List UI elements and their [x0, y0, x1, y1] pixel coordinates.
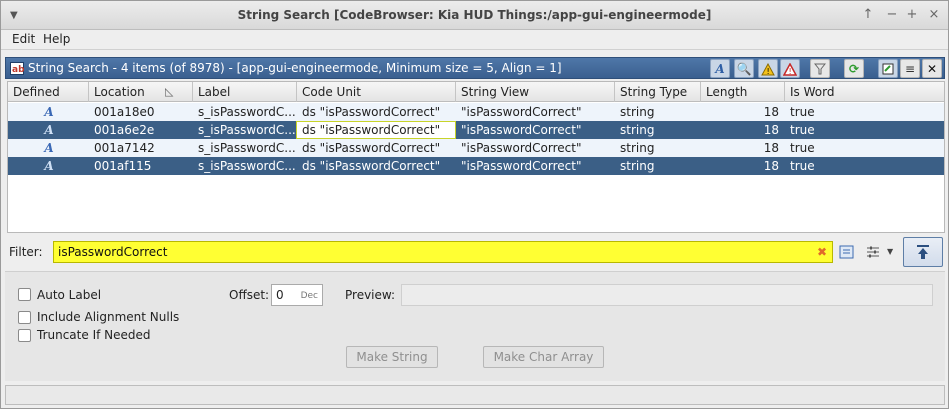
column-defined[interactable]: Defined	[8, 82, 89, 102]
make-char-array-button[interactable]: Make Char Array	[483, 346, 604, 368]
cell-location: 001a7142	[94, 141, 155, 155]
sort-icon: ◺	[165, 85, 174, 98]
svg-text:!: !	[767, 67, 770, 76]
maximize-icon[interactable]: +	[903, 7, 921, 23]
include-alignment-nulls-checkbox[interactable]	[18, 311, 31, 324]
table-row[interactable]: A 001a7142 s_isPasswordC... ds "isPasswo…	[8, 139, 944, 157]
move-to-top-button[interactable]	[903, 237, 943, 267]
cell-string-type: string	[620, 141, 655, 155]
column-code-unit[interactable]: Code Unit	[297, 82, 456, 102]
options-panel: Auto Label Include Alignment Nulls Trunc…	[5, 271, 945, 381]
column-string-view[interactable]: String View	[456, 82, 615, 102]
cell-label: s_isPasswordC...	[198, 105, 296, 119]
cell-string-type: string	[620, 105, 655, 119]
table-row[interactable]: A 001af115 s_isPasswordC... ds "isPasswo…	[8, 157, 944, 175]
menu-help[interactable]: Help	[43, 32, 70, 46]
cell-length: 18	[763, 123, 779, 137]
string-search-icon: ab	[10, 62, 24, 75]
show-partial-defined-icon[interactable]: !	[758, 59, 778, 78]
menu-bar: Edit Help	[1, 30, 948, 50]
column-length[interactable]: Length	[701, 82, 785, 102]
defined-icon: A	[44, 105, 54, 119]
close-panel-icon[interactable]: ✕	[922, 59, 942, 78]
close-window-icon[interactable]: ×	[925, 7, 943, 23]
cell-is-word: true	[790, 105, 815, 119]
auto-label-text: Auto Label	[37, 288, 102, 302]
filter-bar: Filter: isPasswordCorrect ✖ ▼	[5, 237, 945, 268]
include-alignment-nulls-text: Include Alignment Nulls	[37, 310, 180, 324]
column-filter-icon[interactable]	[865, 244, 883, 260]
cell-code-unit: ds "isPasswordCorrect"	[302, 105, 441, 119]
truncate-if-needed-checkbox[interactable]	[18, 329, 31, 342]
status-bar	[5, 385, 945, 405]
offset-input[interactable]: 0 Dec	[271, 284, 323, 306]
column-location[interactable]: Location ◺	[89, 82, 193, 102]
minimize-icon[interactable]: −	[883, 7, 901, 23]
cell-location: 001a6e2e	[94, 123, 155, 137]
offset-value: 0	[276, 288, 284, 302]
cell-is-word: true	[790, 141, 815, 155]
filter-input[interactable]: isPasswordCorrect	[53, 241, 833, 263]
table-row[interactable]: A 001a6e2e s_isPasswordC... ds "isPasswo…	[8, 121, 944, 139]
refresh-icon[interactable]: ⟳	[844, 59, 864, 78]
cell-label: s_isPasswordC...	[198, 123, 296, 137]
cell-is-word: true	[790, 123, 815, 137]
filter-options-icon[interactable]	[839, 244, 857, 260]
table-header: Defined Location ◺ Label Code Unit Strin…	[8, 82, 944, 102]
preview-label: Preview:	[345, 288, 396, 302]
cell-code-unit: ds "isPasswordCorrect"	[302, 159, 441, 173]
cell-string-view: "isPasswordCorrect"	[461, 159, 582, 173]
cell-code-unit-focused[interactable]: ds "isPasswordCorrect"	[296, 121, 456, 139]
svg-text:!: !	[789, 67, 792, 76]
cell-length: 18	[763, 141, 779, 155]
title-bar: ▼ String Search [CodeBrowser: Kia HUD Th…	[1, 1, 948, 30]
cell-length: 18	[763, 105, 779, 119]
table-row[interactable]: A 001a18e0 s_isPasswordC... ds "isPasswo…	[8, 103, 944, 121]
cell-string-view: "isPasswordCorrect"	[461, 141, 582, 155]
defined-icon: A	[44, 141, 54, 155]
menu-edit[interactable]: Edit	[12, 32, 35, 46]
column-string-type[interactable]: String Type	[615, 82, 701, 102]
cell-location: 001af115	[94, 159, 152, 173]
cell-length: 18	[763, 159, 779, 173]
panel-header: ab String Search - 4 items (of 8978) - […	[5, 57, 945, 79]
offset-unit: Dec	[300, 291, 318, 301]
show-undefined-icon[interactable]: 🔍	[734, 59, 754, 78]
arrow-up-icon	[917, 245, 929, 259]
move-up-icon[interactable]: ↑	[859, 7, 877, 23]
cell-code-unit: ds "isPasswordCorrect"	[302, 141, 441, 155]
truncate-if-needed-text: Truncate If Needed	[37, 328, 151, 342]
cell-string-view: "isPasswordCorrect"	[461, 105, 582, 119]
make-string-button[interactable]: Make String	[346, 346, 438, 368]
table-menu-icon[interactable]: ≡	[900, 59, 920, 78]
column-label[interactable]: Label	[193, 82, 297, 102]
cell-label: s_isPasswordC...	[198, 159, 296, 173]
defined-icon: A	[44, 123, 54, 137]
offset-label: Offset:	[229, 288, 270, 302]
make-selection-icon[interactable]	[878, 59, 898, 78]
svg-text:ab: ab	[12, 65, 24, 75]
column-location-label: Location	[94, 85, 145, 99]
cell-location: 001a18e0	[94, 105, 155, 119]
auto-label-checkbox[interactable]	[18, 288, 31, 301]
column-is-word[interactable]: Is Word	[785, 82, 944, 102]
cell-label: s_isPasswordC...	[198, 141, 296, 155]
filter-label: Filter:	[9, 245, 43, 259]
window-title: String Search [CodeBrowser: Kia HUD Thin…	[237, 8, 712, 22]
show-conflicting-icon[interactable]: !	[780, 59, 800, 78]
filter-icon[interactable]	[810, 59, 830, 78]
show-defined-icon[interactable]: A	[710, 59, 730, 78]
cell-string-type: string	[620, 159, 655, 173]
cell-string-view: "isPasswordCorrect"	[461, 123, 582, 137]
cell-is-word: true	[790, 159, 815, 173]
string-search-window: ▼ String Search [CodeBrowser: Kia HUD Th…	[0, 0, 949, 409]
defined-icon: A	[44, 159, 54, 173]
panel-title: String Search - 4 items (of 8978) - [app…	[28, 61, 562, 75]
results-table: Defined Location ◺ Label Code Unit Strin…	[7, 81, 945, 233]
preview-field	[401, 284, 933, 306]
clear-filter-icon[interactable]: ✖	[817, 245, 827, 259]
cell-string-type: string	[620, 123, 655, 137]
